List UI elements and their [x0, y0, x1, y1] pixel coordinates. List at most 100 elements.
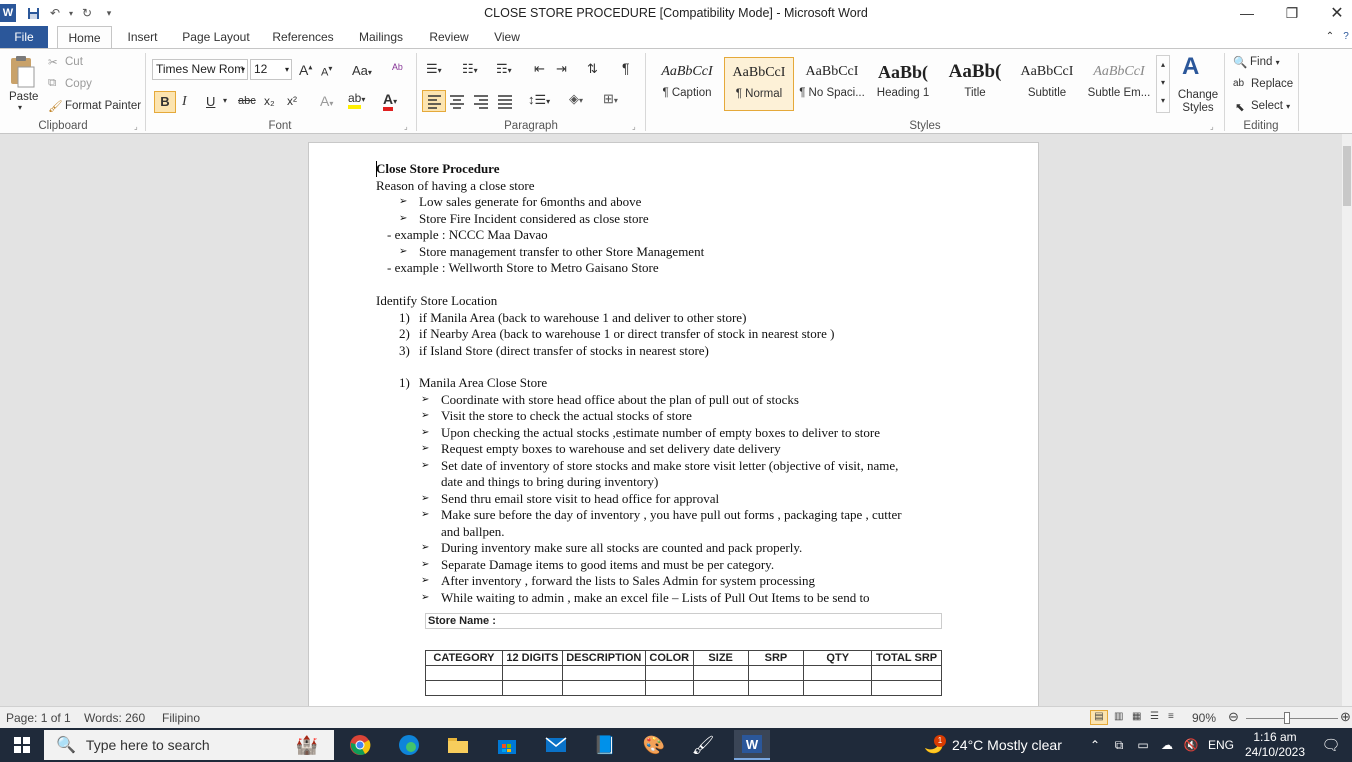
style-no-spacing[interactable]: AaBbCcI ¶ No Spaci...: [797, 57, 867, 111]
replace-button[interactable]: Replace: [1251, 78, 1293, 90]
tab-references[interactable]: References: [267, 26, 339, 48]
justify-button[interactable]: [496, 91, 514, 114]
subscript-button[interactable]: x₂: [264, 94, 275, 108]
style-caption[interactable]: AaBbCcI ¶ Caption: [652, 57, 722, 111]
file-explorer-icon[interactable]: [443, 730, 473, 760]
grow-font-icon[interactable]: A▴: [299, 62, 312, 78]
select-button[interactable]: Select ▾: [1251, 100, 1290, 112]
line-spacing-icon[interactable]: ↕☰▾: [528, 92, 550, 108]
tab-review[interactable]: Review: [423, 26, 475, 48]
show-formatting-icon[interactable]: ¶: [622, 60, 630, 76]
language-indicator[interactable]: Filipino: [162, 711, 200, 725]
zoom-out-icon[interactable]: ⊖: [1228, 709, 1239, 725]
language-indicator-taskbar[interactable]: ENG: [1206, 730, 1236, 760]
style-subtle-emphasis[interactable]: AaBbCcI Subtle Em...: [1084, 57, 1154, 111]
underline-dropdown-icon[interactable]: ▾: [223, 96, 227, 105]
minimize-ribbon-icon[interactable]: ⌃: [1322, 26, 1338, 48]
find-button[interactable]: Find ▾: [1250, 56, 1280, 68]
zoom-slider-thumb[interactable]: [1284, 712, 1290, 724]
mail-icon[interactable]: [541, 730, 571, 760]
tab-insert[interactable]: Insert: [120, 26, 165, 48]
outline-view-icon[interactable]: ☰: [1150, 711, 1159, 722]
edge-icon[interactable]: [394, 730, 424, 760]
web-layout-view-icon[interactable]: ▦: [1132, 711, 1141, 722]
paragraph-launcher-icon[interactable]: ⌟: [632, 122, 636, 131]
tab-page-layout[interactable]: Page Layout: [177, 26, 255, 48]
paint-icon[interactable]: 🎨: [639, 730, 669, 760]
tab-home[interactable]: Home: [57, 26, 112, 49]
text-effects-icon[interactable]: A▾: [320, 93, 333, 109]
print-layout-view-icon[interactable]: ▤: [1090, 710, 1108, 725]
increase-indent-icon[interactable]: ⇥: [556, 61, 567, 77]
clear-formatting-icon[interactable]: ᴬᵇ: [392, 61, 403, 76]
zoom-in-icon[interactable]: ⊕: [1340, 709, 1351, 725]
format-painter-button[interactable]: Format Painter: [65, 100, 141, 112]
decrease-indent-icon[interactable]: ⇤: [534, 61, 545, 77]
font-size-dropdown-icon[interactable]: ▾: [285, 60, 289, 79]
style-title[interactable]: AaBb( Title: [940, 57, 1010, 111]
numbering-icon[interactable]: ☷▾: [462, 61, 478, 77]
close-button[interactable]: ✕: [1314, 0, 1352, 26]
chrome-icon[interactable]: [345, 730, 375, 760]
paste-dropdown-icon[interactable]: ▾: [18, 103, 22, 112]
font-color-icon[interactable]: A▾: [383, 91, 397, 111]
zoom-level[interactable]: 90%: [1192, 711, 1216, 725]
sort-icon[interactable]: ⇅: [587, 61, 598, 77]
show-hidden-icons-icon[interactable]: ⌃: [1086, 730, 1104, 760]
app-icon[interactable]: 📘: [590, 730, 620, 760]
vertical-scrollbar[interactable]: [1342, 134, 1352, 706]
style-heading-1[interactable]: AaBb( Heading 1: [868, 57, 938, 111]
onedrive-icon[interactable]: ☁: [1158, 730, 1176, 760]
zoom-slider-track[interactable]: [1246, 718, 1338, 719]
paste-button[interactable]: Paste: [9, 91, 38, 103]
speaker-muted-icon[interactable]: 🔇: [1182, 730, 1200, 760]
superscript-button[interactable]: x²: [287, 94, 297, 108]
full-screen-view-icon[interactable]: ▥: [1114, 711, 1123, 722]
minimize-button[interactable]: —: [1224, 0, 1270, 26]
styles-launcher-icon[interactable]: ⌟: [1210, 122, 1214, 131]
styles-scroll[interactable]: ▴ ▾ ▾: [1156, 55, 1170, 113]
battery-icon[interactable]: ▭: [1134, 730, 1152, 760]
font-name-dropdown-icon[interactable]: ▾: [241, 60, 245, 79]
windows-start-icon[interactable]: [8, 730, 36, 760]
help-icon[interactable]: ?: [1340, 26, 1352, 48]
notifications-icon[interactable]: 🗨: [1318, 730, 1344, 760]
style-normal[interactable]: AaBbCcI ¶ Normal: [724, 57, 794, 111]
highlight-icon[interactable]: ab▾: [348, 91, 365, 109]
multilevel-list-icon[interactable]: ☶▾: [496, 61, 512, 77]
weather-text[interactable]: 24°C Mostly clear: [952, 730, 1072, 760]
clipboard-launcher-icon[interactable]: ⌟: [134, 122, 138, 131]
change-case-icon[interactable]: Aa▾: [352, 63, 372, 78]
font-name-combo[interactable]: Times New Rom ▾: [152, 59, 248, 80]
borders-icon[interactable]: ⊞▾: [603, 91, 618, 107]
font-launcher-icon[interactable]: ⌟: [404, 122, 408, 131]
paint-3d-icon[interactable]: 🖌: [688, 730, 718, 760]
copy-button[interactable]: Copy: [65, 78, 92, 90]
align-center-button[interactable]: [448, 91, 466, 114]
draft-view-icon[interactable]: ≡: [1168, 711, 1174, 722]
strikethrough-button[interactable]: abc: [238, 95, 256, 107]
page-count[interactable]: Page: 1 of 1: [6, 711, 71, 725]
change-styles-button[interactable]: Change Styles: [1176, 89, 1220, 115]
tab-view[interactable]: View: [487, 26, 527, 48]
word-count[interactable]: Words: 260: [84, 711, 145, 725]
store-icon[interactable]: [492, 730, 522, 760]
underline-button[interactable]: U: [206, 94, 215, 109]
camera-icon[interactable]: ⧉: [1110, 730, 1128, 760]
tab-file[interactable]: File: [0, 26, 48, 48]
scroll-thumb[interactable]: [1343, 146, 1351, 206]
italic-button[interactable]: I: [182, 94, 187, 110]
restore-button[interactable]: ❐: [1269, 0, 1315, 26]
bullets-icon[interactable]: ☰▾: [426, 61, 442, 77]
paste-icon[interactable]: [6, 53, 38, 91]
cut-button[interactable]: Cut: [65, 56, 83, 68]
shrink-font-icon[interactable]: A▾: [321, 64, 332, 79]
align-left-button[interactable]: [422, 90, 446, 112]
style-subtitle[interactable]: AaBbCcI Subtitle: [1012, 57, 1082, 111]
shading-icon[interactable]: ◈▾: [569, 91, 583, 107]
clock[interactable]: 1:16 am 24/10/2023: [1240, 730, 1310, 760]
document-page[interactable]: Close Store Procedure Reason of having a…: [308, 142, 1039, 706]
align-right-button[interactable]: [472, 91, 490, 114]
font-size-combo[interactable]: 12 ▾: [250, 59, 292, 80]
tab-mailings[interactable]: Mailings: [351, 26, 411, 48]
